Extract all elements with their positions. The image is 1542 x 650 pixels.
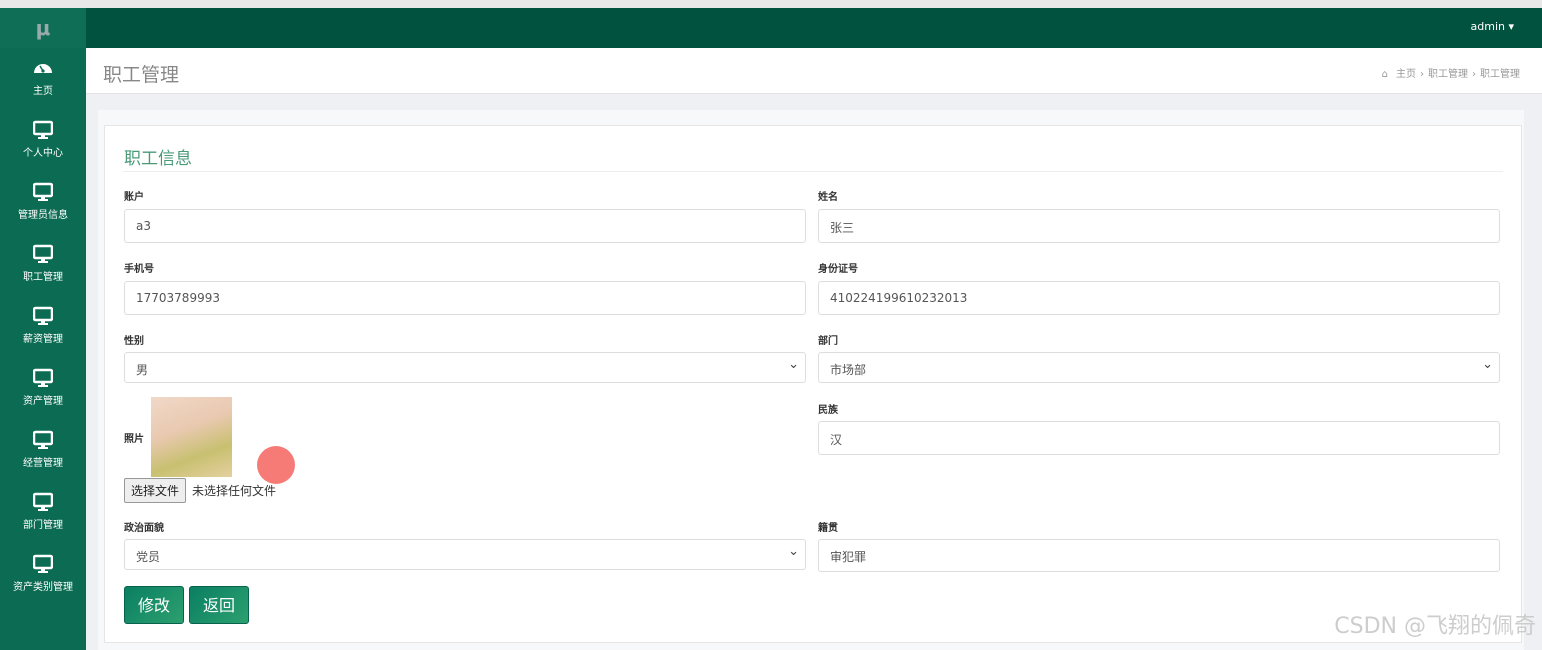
- name-label: 姓名: [818, 192, 838, 203]
- gender-label: 性别: [124, 336, 144, 347]
- breadcrumb: ⌂ 主页 › 职工管理 › 职工管理: [1381, 69, 1520, 80]
- phone-input[interactable]: 17703789993: [124, 281, 806, 315]
- sidebar-item-label: 管理员信息: [18, 210, 68, 221]
- gender-value: 男: [136, 363, 149, 377]
- sidebar-item[interactable]: 主页: [0, 48, 86, 110]
- sidebar-item-label: 经营管理: [23, 458, 63, 469]
- political-select[interactable]: 党员: [124, 539, 806, 570]
- sidebar-item-label: 主页: [33, 86, 53, 97]
- sidebar-item[interactable]: 薪资管理: [0, 296, 86, 358]
- divider: [123, 171, 1503, 172]
- dashboard-icon: [0, 58, 86, 78]
- idcard-label: 身份证号: [818, 264, 858, 275]
- sidebar-item-label: 职工管理: [23, 272, 63, 283]
- no-file-text: 未选择任何文件: [192, 484, 277, 498]
- monitor-icon: [0, 182, 86, 202]
- sidebar-item[interactable]: 管理员信息: [0, 172, 86, 234]
- sidebar: μ 主页个人中心管理员信息职工管理薪资管理资产管理经营管理部门管理资产类别管理: [0, 8, 86, 650]
- sidebar-item-label: 薪资管理: [23, 334, 63, 345]
- sidebar-item[interactable]: 资产类别管理: [0, 544, 86, 606]
- form-title: 职工信息: [124, 149, 192, 169]
- back-button[interactable]: 返回: [189, 586, 250, 624]
- photo-label: 照片: [124, 434, 144, 445]
- sidebar-item-label: 个人中心: [23, 148, 63, 159]
- sidebar-item[interactable]: 职工管理: [0, 234, 86, 296]
- watermark: CSDN @飞翔的佩奇: [1334, 614, 1536, 639]
- sidebar-item[interactable]: 个人中心: [0, 110, 86, 172]
- browser-strip: [0, 0, 1542, 8]
- page-title: 职工管理: [103, 64, 180, 86]
- user-menu[interactable]: admin ▾: [1471, 20, 1515, 33]
- monitor-icon: [0, 306, 86, 326]
- sidebar-item[interactable]: 经营管理: [0, 420, 86, 482]
- sidebar-item-label: 部门管理: [23, 520, 63, 531]
- photo-image: [151, 397, 232, 477]
- account-label: 账户: [124, 192, 144, 203]
- monitor-icon: [0, 244, 86, 264]
- caret-down-icon: ▾: [1508, 20, 1514, 33]
- page-header: 职工管理 ⌂ 主页 › 职工管理 › 职工管理: [86, 48, 1542, 94]
- native-input[interactable]: 审犯罪: [818, 539, 1500, 572]
- phone-label: 手机号: [124, 264, 154, 275]
- monitor-icon: [0, 554, 86, 574]
- dept-select[interactable]: 市场部: [818, 352, 1500, 383]
- political-label: 政治面貌: [124, 523, 164, 534]
- breadcrumb-home[interactable]: 主页: [1396, 69, 1416, 80]
- dept-label: 部门: [818, 336, 838, 347]
- sidebar-item[interactable]: 资产管理: [0, 358, 86, 420]
- monitor-icon: [0, 430, 86, 450]
- logo: μ: [0, 8, 86, 48]
- user-name: admin: [1470, 20, 1505, 33]
- name-input[interactable]: 张三: [818, 209, 1500, 243]
- account-input[interactable]: a3: [124, 209, 806, 243]
- ethnic-label: 民族: [818, 405, 838, 416]
- topbar: admin ▾: [86, 8, 1542, 48]
- cursor-highlight: [257, 446, 295, 484]
- submit-button[interactable]: 修改: [124, 586, 185, 624]
- dept-value: 市场部: [830, 363, 867, 377]
- monitor-icon: [0, 492, 86, 512]
- home-icon: ⌂: [1381, 69, 1388, 80]
- sidebar-item[interactable]: 部门管理: [0, 482, 86, 544]
- monitor-icon: [0, 368, 86, 388]
- ethnic-input[interactable]: 汉: [818, 421, 1500, 455]
- monitor-icon: [0, 120, 86, 140]
- political-value: 党员: [136, 550, 161, 564]
- choose-file-button[interactable]: 选择文件: [124, 478, 187, 503]
- native-label: 籍贯: [818, 523, 838, 534]
- idcard-input[interactable]: 410224199610232013: [818, 281, 1500, 315]
- sidebar-item-label: 资产类别管理: [13, 582, 73, 593]
- breadcrumb-item[interactable]: 职工管理: [1428, 69, 1468, 80]
- gender-select[interactable]: 男: [124, 352, 806, 383]
- sidebar-item-label: 资产管理: [23, 396, 63, 407]
- breadcrumb-current: 职工管理: [1480, 69, 1520, 80]
- form-panel: 职工信息 账户 a3 姓名 张三 手机号 17703789993 身份证号 41…: [104, 125, 1522, 643]
